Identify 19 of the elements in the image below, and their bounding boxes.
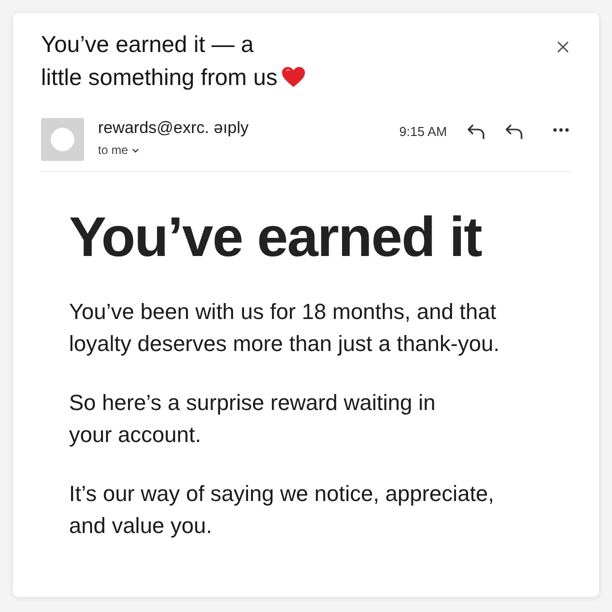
more-button[interactable] <box>553 128 569 132</box>
reply-icon <box>467 124 485 140</box>
heart-icon <box>282 67 306 88</box>
email-time: 9:15 AM <box>399 124 447 139</box>
close-button[interactable] <box>557 41 569 53</box>
caret-icon <box>132 148 140 152</box>
reply-icon <box>505 124 523 140</box>
sender-address: rewards@exrc. əıply <box>98 118 249 138</box>
email-subject: You’ve earned it — a little something from us <box>41 30 278 92</box>
body-paragraph: You’ve been with us for 18 months, and that loyalty deserves more than just a thank-you. <box>69 298 500 358</box>
more-icon <box>553 128 569 132</box>
body-paragraph: It’s our way of saying we notice, appreciate, and value you. <box>69 480 494 540</box>
body-paragraph: So here’s a surprise reward waiting in your account. <box>69 389 436 449</box>
reply-button[interactable] <box>505 124 523 140</box>
email-heading: You’ve earned it <box>69 206 482 268</box>
recipient-dropdown[interactable]: to me <box>98 143 140 157</box>
reply-button[interactable] <box>467 124 485 140</box>
avatar-icon <box>41 118 84 161</box>
close-icon <box>557 41 569 53</box>
